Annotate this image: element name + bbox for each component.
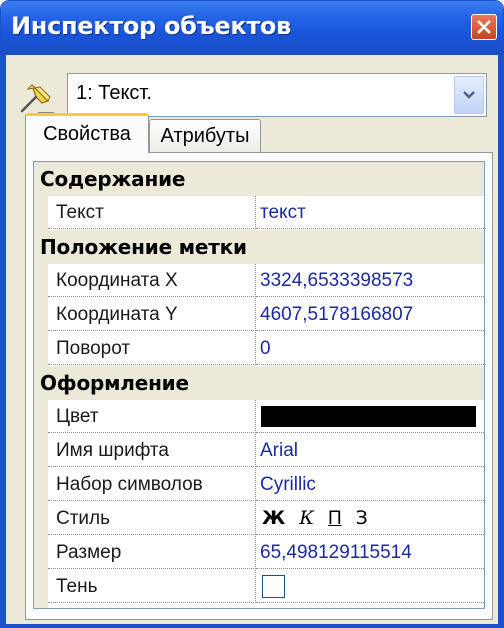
- property-row-shadow[interactable]: Тень: [34, 570, 484, 604]
- property-name: Стиль: [48, 502, 256, 535]
- property-value-charset[interactable]: Cyrillic: [256, 468, 484, 501]
- property-value-style[interactable]: Ж К П З: [256, 502, 484, 535]
- tab-attributes[interactable]: Атрибуты: [149, 119, 261, 153]
- object-select-dropdown[interactable]: 1: Текст.: [67, 73, 487, 117]
- property-name: Текст: [48, 196, 256, 229]
- italic-toggle[interactable]: К: [299, 502, 314, 534]
- window-border-left: [1, 55, 6, 627]
- property-value-size[interactable]: 65,498129115514: [256, 536, 484, 569]
- property-value-coord-x[interactable]: 3324,6533398573: [256, 264, 484, 297]
- bold-toggle[interactable]: Ж: [262, 502, 285, 534]
- property-value-font-name[interactable]: Arial: [256, 434, 484, 467]
- window-title: Инспектор объектов: [11, 12, 292, 40]
- tab-properties[interactable]: Свойства: [25, 113, 149, 153]
- property-value-color[interactable]: [256, 400, 484, 433]
- property-row-coord-x[interactable]: Координата X 3324,6533398573: [34, 264, 484, 298]
- property-row-font-name[interactable]: Имя шрифта Arial: [34, 434, 484, 468]
- property-name: Имя шрифта: [48, 434, 256, 467]
- shadow-checkbox[interactable]: [262, 575, 285, 598]
- property-value-rotation[interactable]: 0: [256, 332, 484, 365]
- property-name: Набор символов: [48, 468, 256, 501]
- property-row-color[interactable]: Цвет: [34, 400, 484, 434]
- property-name: Размер: [48, 536, 256, 569]
- property-row-size[interactable]: Размер 65,498129115514: [34, 536, 484, 570]
- strikethrough-toggle[interactable]: З: [356, 502, 368, 534]
- selected-object-label: 1: Текст.: [76, 82, 152, 104]
- property-name: Тень: [48, 570, 256, 603]
- style-toggles: Ж К П З: [262, 502, 368, 534]
- property-row-rotation[interactable]: Поворот 0: [34, 332, 484, 366]
- property-name: Координата X: [48, 264, 256, 297]
- property-grid: Содержание Текст текст Положение метки К…: [33, 161, 485, 609]
- property-name: Поворот: [48, 332, 256, 365]
- object-inspector-window: Инспектор объектов 1: Текст. Свойства Ат…: [0, 0, 504, 628]
- close-button[interactable]: [471, 14, 497, 40]
- category-position[interactable]: Положение метки: [34, 230, 484, 264]
- property-row-charset[interactable]: Набор символов Cyrillic: [34, 468, 484, 502]
- window-border-bottom: [1, 624, 503, 627]
- property-value-text[interactable]: текст: [256, 196, 484, 229]
- window-border-right: [498, 55, 503, 627]
- chevron-down-icon: [463, 91, 475, 99]
- title-bar[interactable]: Инспектор объектов: [1, 1, 503, 55]
- color-swatch: [261, 406, 476, 427]
- property-value-shadow[interactable]: [256, 570, 484, 603]
- close-icon: [477, 20, 491, 34]
- property-row-coord-y[interactable]: Координата Y 4607,5178166807: [34, 298, 484, 332]
- property-row-text[interactable]: Текст текст: [34, 196, 484, 230]
- category-appearance[interactable]: Оформление: [34, 366, 484, 400]
- property-name: Цвет: [48, 400, 256, 433]
- property-name: Координата Y: [48, 298, 256, 331]
- dropdown-button[interactable]: [454, 76, 484, 114]
- property-value-coord-y[interactable]: 4607,5178166807: [256, 298, 484, 331]
- underline-toggle[interactable]: П: [328, 502, 342, 534]
- category-content[interactable]: Содержание: [34, 162, 484, 196]
- property-row-style[interactable]: Стиль Ж К П З: [34, 502, 484, 536]
